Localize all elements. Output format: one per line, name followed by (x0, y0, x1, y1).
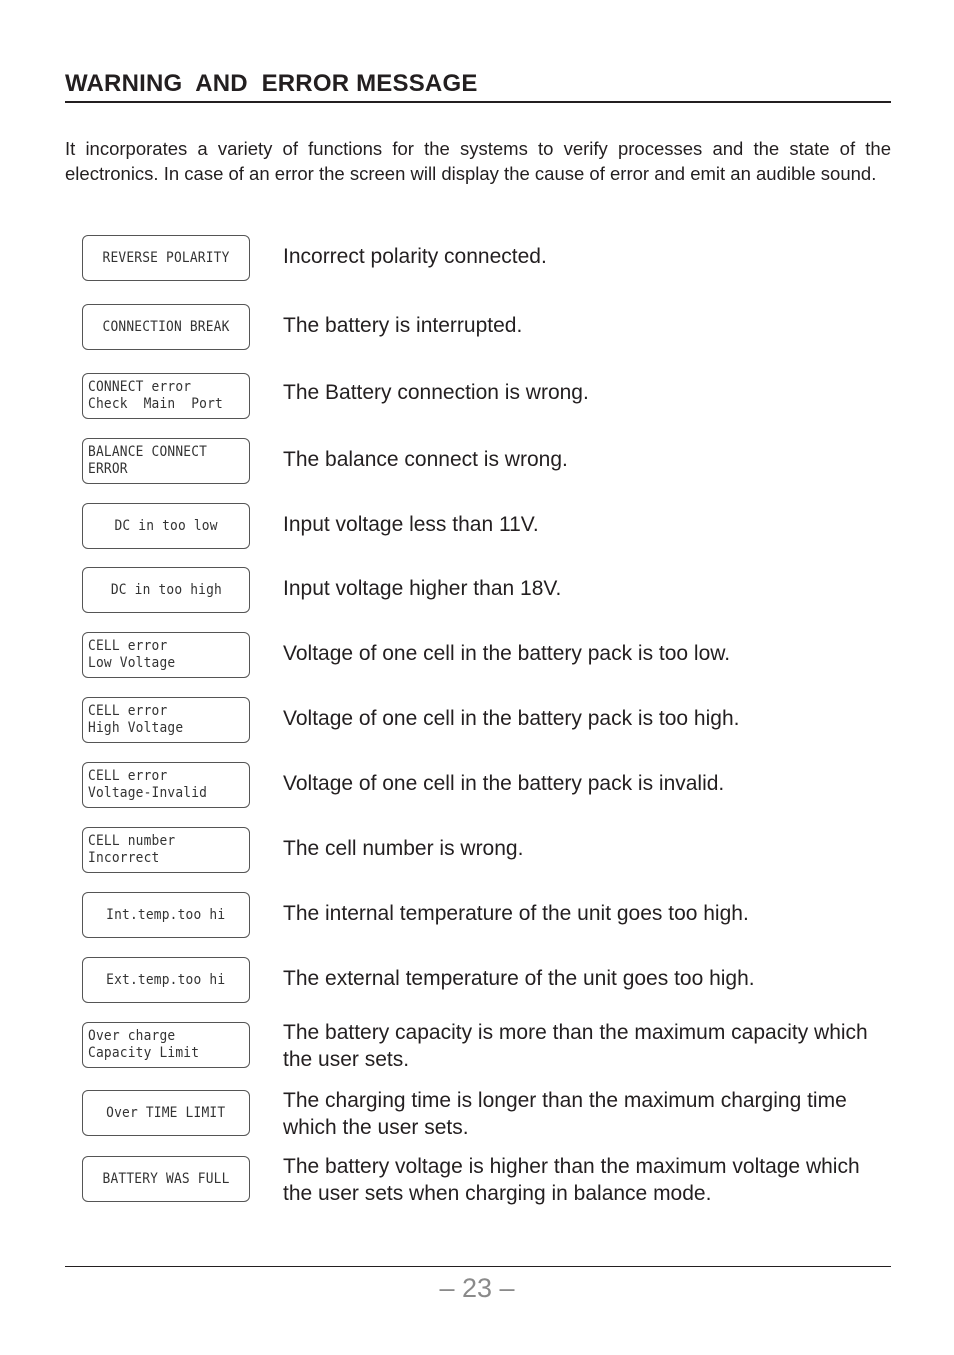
lcd-display: CELL number Incorrect (82, 827, 250, 873)
error-description: The Battery connection is wrong. (283, 381, 589, 404)
lcd-display: Over TIME LIMIT (82, 1090, 250, 1136)
lcd-line: Over TIME LIMIT (106, 1104, 226, 1121)
footer-divider (65, 1266, 891, 1267)
lcd-line: Over charge (88, 1028, 176, 1044)
error-description: Voltage of one cell in the battery pack … (283, 772, 725, 795)
lcd-line: REVERSE POLARITY (102, 249, 230, 266)
lcd-line: BALANCE CONNECT (88, 444, 208, 460)
lcd-display: Over charge Capacity Limit (82, 1022, 250, 1068)
error-description: The battery voltage is higher than the m… (283, 1155, 860, 1205)
lcd-display: CONNECTION BREAK (82, 304, 250, 350)
error-description: Voltage of one cell in the battery pack … (283, 707, 740, 730)
lcd-line: Low Voltage (88, 655, 176, 671)
lcd-display: CELL error High Voltage (82, 697, 250, 743)
lcd-line: DC in too low (114, 517, 218, 534)
lcd-line: DC in too high (110, 581, 222, 598)
lcd-display: DC in too low (82, 503, 250, 549)
lcd-line: High Voltage (88, 720, 184, 736)
lcd-line: CELL error (88, 703, 168, 719)
lcd-line: BATTERY WAS FULL (102, 1170, 230, 1187)
lcd-line: Check Main Port (88, 396, 223, 412)
lcd-display: BALANCE CONNECT ERROR (82, 438, 250, 484)
lcd-line: Incorrect (88, 850, 160, 866)
error-description: The charging time is longer than the max… (283, 1089, 847, 1139)
error-description: Input voltage higher than 18V. (283, 577, 562, 600)
error-description: The battery capacity is more than the ma… (283, 1021, 868, 1071)
lcd-display: CELL error Voltage-Invalid (82, 762, 250, 808)
lcd-display: REVERSE POLARITY (82, 235, 250, 281)
error-description: Voltage of one cell in the battery pack … (283, 642, 731, 665)
error-description: The internal temperature of the unit goe… (283, 902, 749, 925)
lcd-display: Int.temp.too hi (82, 892, 250, 938)
lcd-line: Int.temp.too hi (106, 906, 226, 923)
error-description: Input voltage less than 11V. (283, 513, 539, 536)
lcd-display: BATTERY WAS FULL (82, 1156, 250, 1202)
lcd-line: Voltage-Invalid (88, 785, 208, 801)
error-description: The cell number is wrong. (283, 837, 524, 860)
lcd-display: CONNECT error Check Main Port (82, 373, 250, 419)
lcd-display: CELL error Low Voltage (82, 632, 250, 678)
lcd-line: CELL number (88, 833, 176, 849)
page-number: – 23 – (439, 1273, 515, 1303)
lcd-line: Ext.temp.too hi (106, 971, 226, 988)
section-title: WARNING AND ERROR MESSAGE (65, 69, 891, 103)
lcd-line: CELL error (88, 768, 168, 784)
lcd-line: CONNECTION BREAK (102, 318, 230, 335)
error-description: The balance connect is wrong. (283, 448, 568, 471)
error-description: The external temperature of the unit goe… (283, 967, 755, 990)
intro-paragraph: It incorporates a variety of functions f… (65, 138, 891, 184)
error-description: Incorrect polarity connected. (283, 245, 547, 268)
lcd-display: DC in too high (82, 567, 250, 613)
lcd-line: CONNECT error (88, 379, 192, 395)
lcd-line: CELL error (88, 638, 168, 654)
lcd-display: Ext.temp.too hi (82, 957, 250, 1003)
error-description: The battery is interrupted. (283, 314, 523, 337)
lcd-line: ERROR (88, 461, 128, 477)
lcd-line: Capacity Limit (88, 1045, 200, 1061)
